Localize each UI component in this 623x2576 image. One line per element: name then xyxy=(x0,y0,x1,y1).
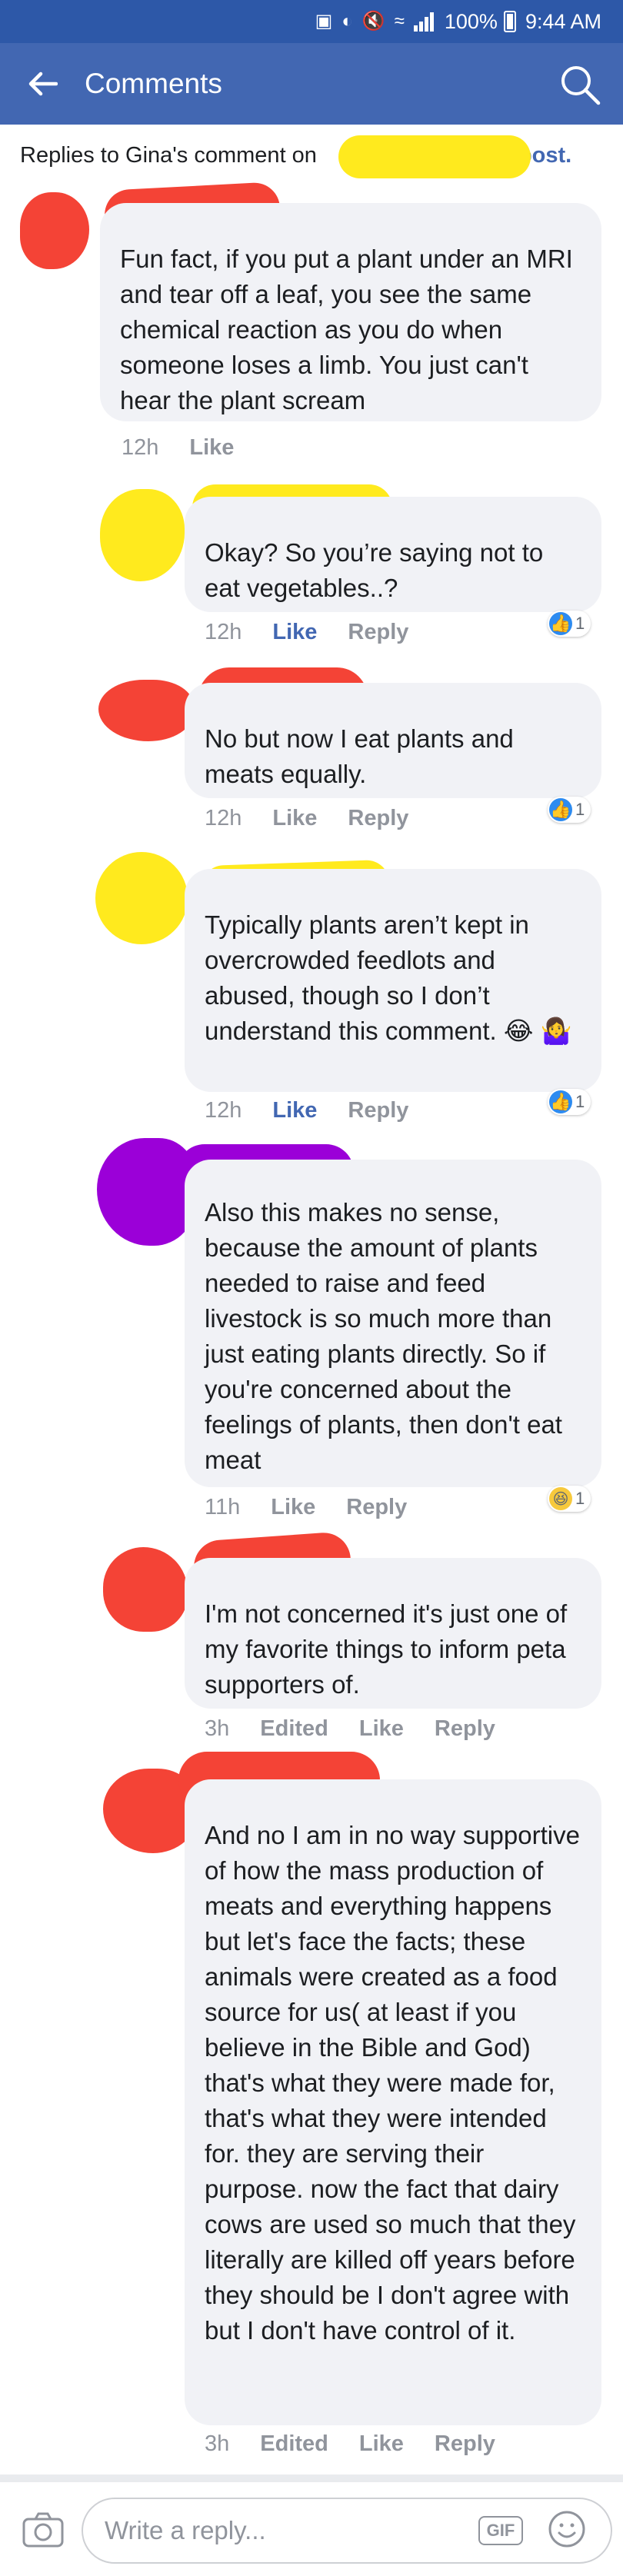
redaction-mark xyxy=(338,135,531,178)
comment-text: And no I am in no way supportive of how … xyxy=(205,1821,580,2345)
comment-bubble[interactable]: Typically plants aren’t kept in overcrow… xyxy=(185,869,601,1092)
comment-time: 12h xyxy=(205,806,242,830)
like-button[interactable]: Like xyxy=(189,435,234,461)
reaction-count[interactable]: 👍 1 xyxy=(548,611,591,637)
comment-bubble[interactable]: Fun fact, if you put a plant under an MR… xyxy=(100,203,601,421)
comment-text: Typically plants aren’t kept in overcrow… xyxy=(205,910,572,1045)
like-button[interactable]: Like xyxy=(272,620,317,645)
comment-time: 3h xyxy=(205,1716,230,1741)
comment-bubble[interactable]: Okay? So you’re saying not to eat vegeta… xyxy=(185,497,601,612)
reply-button[interactable]: Reply xyxy=(435,2431,495,2457)
comment-bubble[interactable]: No but now I eat plants and meats equall… xyxy=(185,683,601,798)
comment-text: Okay? So you’re saying not to eat vegeta… xyxy=(205,538,544,602)
back-button[interactable] xyxy=(0,43,85,125)
avatar[interactable] xyxy=(103,1547,188,1632)
comment-bubble[interactable]: Also this makes no sense, because the am… xyxy=(185,1160,601,1487)
comment-text: No but now I eat plants and meats equall… xyxy=(205,724,514,788)
comment-text: Also this makes no sense, because the am… xyxy=(205,1198,562,1474)
reaction-count[interactable]: 👍 1 xyxy=(548,1089,591,1115)
smiley-icon xyxy=(548,2511,585,2548)
sticker-button[interactable] xyxy=(548,2510,586,2548)
signal-icon xyxy=(413,12,434,32)
thumbs-up-icon: 👍 xyxy=(549,1090,572,1113)
reaction-number: 1 xyxy=(575,614,585,633)
avatar[interactable] xyxy=(95,852,188,944)
thumbs-up-icon: 👍 xyxy=(549,612,572,635)
app-header: Comments xyxy=(0,43,623,125)
camera-button[interactable] xyxy=(22,2511,65,2548)
comment-text: I'm not concerned it's just one of my fa… xyxy=(205,1599,568,1699)
reaction-count[interactable]: 😆 1 xyxy=(548,1486,591,1512)
status-icons: ▣ ◐ 🔇 ≈ xyxy=(315,12,434,32)
reply-button[interactable]: Reply xyxy=(348,1098,408,1123)
notification-icon: ▣ xyxy=(315,11,333,32)
reply-input[interactable]: Write a reply... xyxy=(82,2498,612,2564)
comment-actions: 12h Like xyxy=(122,435,234,461)
data-saver-icon: ◐ xyxy=(341,11,353,32)
status-time: 9:44 AM xyxy=(525,9,601,33)
like-button[interactable]: Like xyxy=(359,1716,404,1742)
gif-button[interactable]: GIF xyxy=(478,2516,523,2545)
like-button[interactable]: Like xyxy=(272,806,317,831)
avatar[interactable] xyxy=(98,680,194,741)
divider xyxy=(0,2474,623,2482)
reply-button[interactable]: Reply xyxy=(348,806,408,831)
comment-actions: 11h Like Reply xyxy=(205,1495,407,1520)
thumbs-up-icon: 👍 xyxy=(549,798,572,821)
like-button[interactable]: Like xyxy=(272,1098,317,1123)
reaction-count[interactable]: 👍 1 xyxy=(548,797,591,823)
mute-icon: 🔇 xyxy=(361,11,385,32)
reply-button[interactable]: Reply xyxy=(348,620,408,645)
status-bar: ▣ ◐ 🔇 ≈ 100% 9:44 AM xyxy=(0,0,623,43)
reply-button[interactable]: Reply xyxy=(346,1495,407,1520)
comment-time: 3h xyxy=(205,2431,230,2456)
like-button[interactable]: Like xyxy=(359,2431,404,2457)
comment-text: Fun fact, if you put a plant under an MR… xyxy=(120,245,573,414)
reaction-number: 1 xyxy=(575,800,585,819)
comment-time: 12h xyxy=(122,435,159,460)
comment-bubble[interactable]: And no I am in no way supportive of how … xyxy=(185,1779,601,2425)
camera-icon xyxy=(22,2512,64,2548)
comment-time: 12h xyxy=(205,1098,242,1123)
comment-actions: 12h Like Reply xyxy=(205,806,408,831)
battery-icon xyxy=(503,11,516,32)
search-icon xyxy=(561,66,601,105)
comment-bubble[interactable]: I'm not concerned it's just one of my fa… xyxy=(185,1558,601,1709)
edited-label: Edited xyxy=(260,2431,328,2456)
battery-percent: 100% xyxy=(444,9,498,33)
avatar[interactable] xyxy=(100,489,185,581)
avatar[interactable] xyxy=(97,1138,197,1246)
edited-label: Edited xyxy=(260,1716,328,1741)
back-arrow-icon xyxy=(28,72,58,96)
comment-time: 11h xyxy=(205,1495,241,1519)
comment-time: 12h xyxy=(205,620,242,644)
comment-actions: 3h Edited Like Reply xyxy=(205,2431,495,2457)
like-button[interactable]: Like xyxy=(271,1495,315,1520)
page-title: Comments xyxy=(85,68,222,99)
comment-actions: 12h Like Reply xyxy=(205,1098,408,1123)
wifi-icon: ≈ xyxy=(394,11,405,32)
comment-actions: 3h Edited Like Reply xyxy=(205,1716,495,1742)
reply-button[interactable]: Reply xyxy=(435,1716,495,1742)
haha-icon: 😆 xyxy=(549,1487,572,1510)
search-button[interactable] xyxy=(557,62,603,108)
avatar[interactable] xyxy=(20,192,89,269)
reply-composer: Write a reply... GIF xyxy=(0,2482,623,2576)
reaction-number: 1 xyxy=(575,1092,585,1111)
replies-to-text: Replies to Gina's comment on xyxy=(20,143,317,168)
comment-actions: 12h Like Reply xyxy=(205,620,408,645)
reaction-number: 1 xyxy=(575,1489,585,1508)
